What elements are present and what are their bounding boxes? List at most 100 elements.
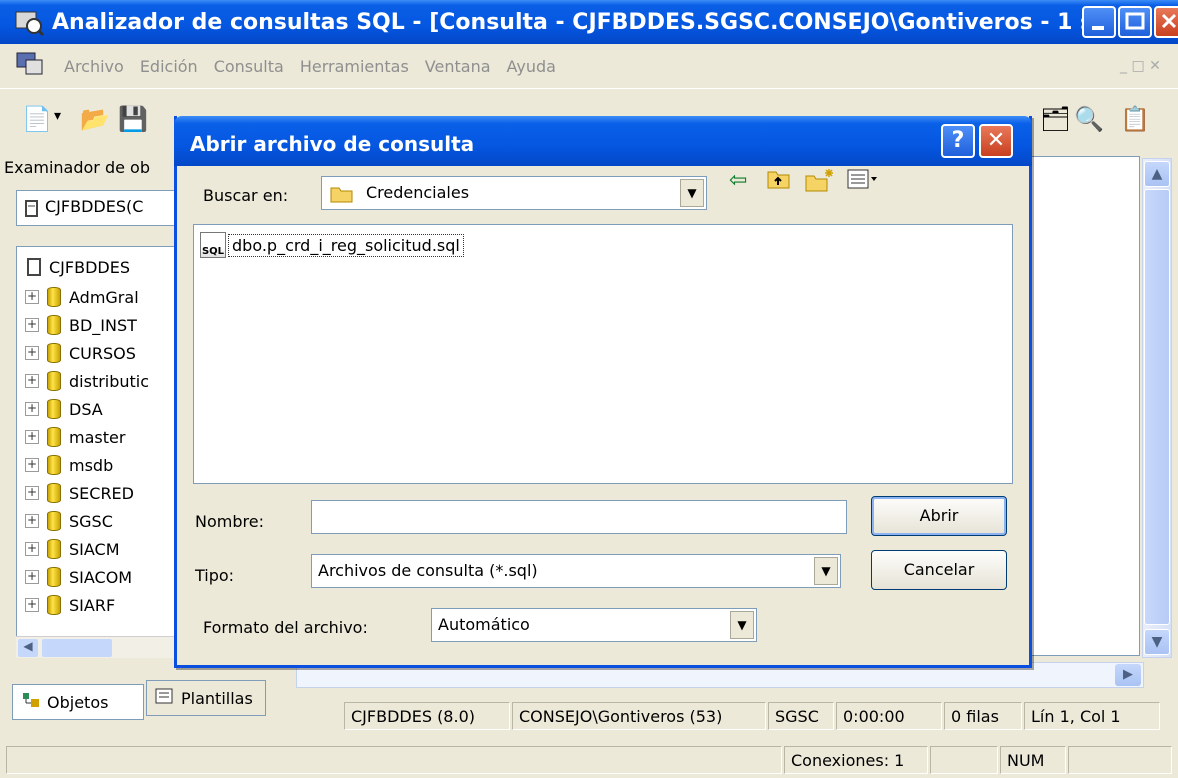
scroll-up-arrow-icon[interactable]: ▲ bbox=[1144, 161, 1170, 187]
close-button[interactable] bbox=[1154, 6, 1178, 38]
tree-database-node[interactable]: + SIARF bbox=[17, 591, 115, 619]
file-list[interactable]: SQL dbo.p_crd_i_reg_solicitud.sql bbox=[193, 224, 1013, 484]
file-format-combo[interactable]: Automático ▼ bbox=[431, 608, 757, 642]
expand-icon[interactable]: + bbox=[25, 486, 39, 500]
tree-database-node[interactable]: + AdmGral bbox=[17, 283, 139, 311]
menu-ventana[interactable]: Ventana bbox=[417, 57, 499, 76]
tree-horizontal-scrollbar[interactable]: ◀ bbox=[16, 636, 186, 658]
open-folder-icon[interactable]: 📂 bbox=[80, 107, 110, 131]
new-query-icon[interactable]: 📄 bbox=[22, 107, 52, 131]
view-menu-icon[interactable] bbox=[847, 168, 881, 196]
tree-database-node[interactable]: + SGSC bbox=[17, 507, 113, 535]
tree-database-node[interactable]: + msdb bbox=[17, 451, 113, 479]
tree-database-label: master bbox=[69, 427, 126, 447]
database-icon bbox=[47, 539, 61, 559]
objects-tab-icon bbox=[21, 691, 41, 713]
tree-database-label: distributic bbox=[69, 371, 150, 391]
tab-objects-label: Objetos bbox=[47, 692, 109, 712]
server-combo[interactable]: CJFBDDES(C bbox=[16, 190, 186, 226]
tree-database-node[interactable]: + CURSOS bbox=[17, 339, 136, 367]
object-tree[interactable]: CJFBDDES + AdmGral + BD_INST + CURSOS + distrib… bbox=[16, 246, 186, 658]
properties-icon[interactable]: 📋 bbox=[1120, 107, 1150, 131]
expand-icon[interactable]: + bbox=[25, 346, 39, 360]
status-position: Lín 1, Col 1 bbox=[1024, 702, 1160, 730]
menu-bar: Archivo Edición Consulta Herramientas Ve… bbox=[0, 46, 1178, 86]
status-spacer bbox=[930, 746, 998, 774]
menu-archivo[interactable]: Archivo bbox=[56, 57, 132, 76]
scroll-thumb[interactable] bbox=[42, 639, 112, 657]
editor-vertical-scrollbar[interactable]: ▲ ▼ bbox=[1142, 158, 1172, 658]
status-spacer-2 bbox=[1068, 746, 1172, 774]
dialog-help-button[interactable]: ? bbox=[941, 124, 975, 158]
tree-database-node[interactable]: + DSA bbox=[17, 395, 103, 423]
menu-edicion[interactable]: Edición bbox=[132, 57, 206, 76]
tab-templates-label: Plantillas bbox=[181, 688, 253, 708]
expand-icon[interactable]: + bbox=[25, 598, 39, 612]
object-browser-title: Examinador de ob bbox=[4, 158, 150, 177]
main-title-bar[interactable]: Analizador de consultas SQL - [Consulta … bbox=[0, 0, 1178, 44]
file-type-dropdown-icon[interactable]: ▼ bbox=[814, 557, 838, 585]
tree-server-label: CJFBDDES bbox=[49, 257, 130, 277]
up-folder-icon[interactable] bbox=[767, 168, 791, 196]
status-connections: Conexiones: 1 bbox=[784, 746, 928, 774]
expand-icon[interactable]: + bbox=[25, 542, 39, 556]
file-item[interactable]: SQL dbo.p_crd_i_reg_solicitud.sql bbox=[200, 231, 464, 259]
tab-templates[interactable]: Plantillas bbox=[146, 680, 266, 716]
menu-consulta[interactable]: Consulta bbox=[206, 57, 292, 76]
back-arrow-icon[interactable]: ⇦ bbox=[729, 168, 747, 193]
scroll-right-arrow-icon[interactable]: ▶ bbox=[1115, 664, 1141, 686]
status-server: CJFBDDES (8.0) bbox=[344, 702, 510, 730]
scroll-left-arrow-icon[interactable]: ◀ bbox=[18, 639, 38, 657]
tree-database-label: SIACM bbox=[69, 539, 120, 559]
menu-ayuda[interactable]: Ayuda bbox=[499, 57, 564, 76]
expand-icon[interactable]: + bbox=[25, 514, 39, 528]
maximize-button[interactable] bbox=[1118, 6, 1152, 38]
file-type-combo[interactable]: Archivos de consulta (*.sql) ▼ bbox=[311, 554, 841, 588]
scroll-down-arrow-icon[interactable]: ▼ bbox=[1144, 629, 1170, 655]
open-button[interactable]: Abrir bbox=[871, 496, 1007, 536]
tree-database-node[interactable]: + SECRED bbox=[17, 479, 134, 507]
new-folder-icon[interactable] bbox=[805, 168, 835, 198]
expand-icon[interactable]: + bbox=[25, 458, 39, 472]
file-name: dbo.p_crd_i_reg_solicitud.sql bbox=[228, 233, 464, 257]
folder-icon bbox=[330, 184, 354, 208]
cancel-button[interactable]: Cancelar bbox=[871, 550, 1007, 590]
menu-herramientas[interactable]: Herramientas bbox=[292, 57, 417, 76]
tab-objects[interactable]: Objetos bbox=[12, 684, 144, 720]
expand-icon[interactable]: + bbox=[25, 318, 39, 332]
server-icon bbox=[25, 200, 39, 222]
expand-icon[interactable]: + bbox=[25, 402, 39, 416]
look-in-dropdown-icon[interactable]: ▼ bbox=[680, 179, 704, 207]
tree-database-node[interactable]: + SIACM bbox=[17, 535, 120, 563]
new-dropdown-icon[interactable]: ▾ bbox=[54, 109, 61, 123]
expand-icon[interactable]: + bbox=[25, 430, 39, 444]
expand-icon[interactable]: + bbox=[25, 374, 39, 388]
look-in-combo[interactable]: Credenciales ▼ bbox=[321, 176, 707, 210]
tree-database-node[interactable]: + BD_INST bbox=[17, 311, 137, 339]
scroll-thumb-vertical[interactable] bbox=[1144, 189, 1170, 625]
status-rows: 0 filas bbox=[944, 702, 1022, 730]
save-icon[interactable]: 💾 bbox=[118, 107, 148, 131]
name-label: Nombre: bbox=[195, 512, 264, 531]
minimize-button[interactable] bbox=[1082, 6, 1116, 38]
search-object-icon[interactable]: 🔍 bbox=[1074, 107, 1104, 131]
mdi-window-controls[interactable]: _ □ ✕ bbox=[1120, 58, 1161, 74]
expand-icon[interactable]: + bbox=[25, 290, 39, 304]
tree-database-node[interactable]: + SIACOM bbox=[17, 563, 132, 591]
status-num: NUM bbox=[1000, 746, 1066, 774]
query-status-bar: CJFBDDES (8.0) CONSEJO\Gontiveros (53) S… bbox=[290, 696, 1178, 736]
database-icon bbox=[47, 455, 61, 475]
dialog-close-button[interactable]: ✕ bbox=[979, 124, 1013, 158]
tree-database-node[interactable]: + master bbox=[17, 423, 125, 451]
database-icon bbox=[47, 315, 61, 335]
tree-server-node[interactable]: CJFBDDES bbox=[17, 253, 130, 281]
open-query-file-dialog: Abrir archivo de consulta ? ✕ Buscar en:… bbox=[174, 116, 1032, 668]
file-name-input[interactable] bbox=[311, 500, 847, 534]
file-format-dropdown-icon[interactable]: ▼ bbox=[730, 611, 754, 639]
expand-icon[interactable]: + bbox=[25, 570, 39, 584]
tree-database-label: BD_INST bbox=[69, 315, 137, 335]
dialog-title-bar[interactable]: Abrir archivo de consulta bbox=[174, 116, 1032, 166]
object-browser-icon[interactable]: 🗂 bbox=[1040, 107, 1070, 131]
look-in-value: Credenciales bbox=[366, 183, 470, 202]
tree-database-node[interactable]: + distributic bbox=[17, 367, 149, 395]
